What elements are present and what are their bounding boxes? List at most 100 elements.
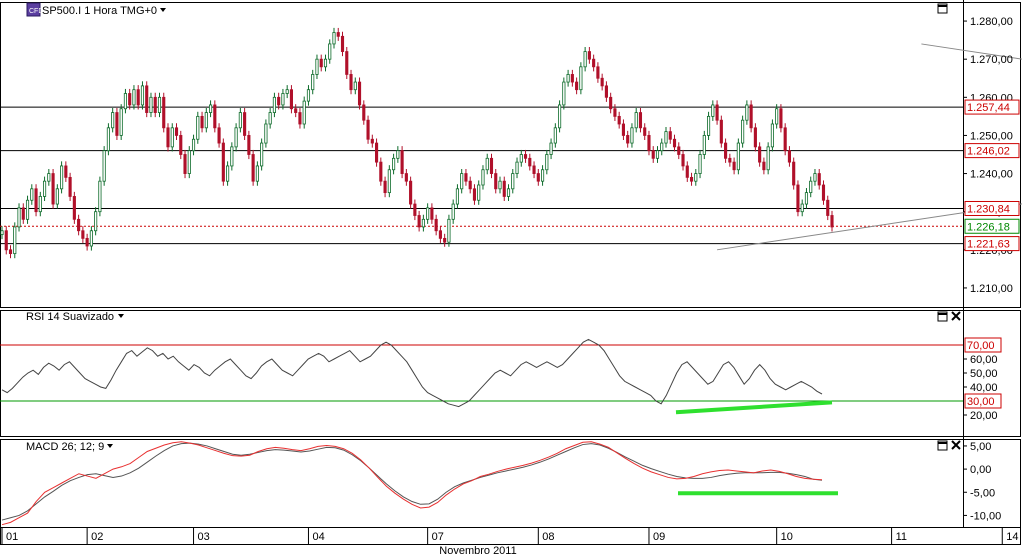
candle-body: [468, 180, 472, 190]
candle-body: [617, 115, 621, 125]
candle-body: [72, 196, 76, 220]
macd-title: MACD 26; 12; 9: [26, 441, 104, 453]
macd-panel: 5,00 0,00 -5,00 -10,00: [1, 441, 1001, 526]
candle-body: [336, 32, 340, 37]
price-level-label: 1.221,63: [967, 239, 1010, 251]
candle-body: [357, 81, 362, 106]
candle-body: [600, 77, 604, 87]
candle-body: [332, 32, 336, 45]
candle-body: [400, 150, 404, 174]
candle-body: [366, 119, 370, 140]
candle-body: [132, 89, 136, 106]
candle-body: [285, 89, 289, 94]
candle-body: [579, 66, 583, 91]
chevron-down-icon[interactable]: [107, 444, 113, 448]
candle-body: [430, 207, 434, 220]
candle-body: [413, 203, 417, 216]
candle-body: [540, 169, 545, 182]
candle-body: [523, 154, 528, 159]
candle-body: [396, 150, 400, 159]
time-axis: 01020304070809101114151617: [1, 527, 1019, 544]
candle-body: [464, 173, 468, 182]
candle-body: [660, 142, 664, 152]
candle-body: [711, 104, 715, 117]
candle-body: [630, 127, 634, 144]
candle-body: [264, 123, 268, 144]
candle-body: [498, 180, 502, 190]
macd-series-macd: [1, 442, 823, 521]
chevron-down-icon[interactable]: [118, 314, 124, 318]
candle-body: [472, 188, 477, 201]
candle-body: [481, 169, 485, 186]
candle-body: [698, 154, 702, 174]
candle-body: [515, 161, 519, 174]
candle-body: [434, 218, 438, 232]
candle-body: [489, 157, 494, 174]
candle-body: [732, 161, 736, 171]
close-icon[interactable]: [951, 311, 961, 321]
candle-body: [553, 127, 557, 144]
candle-body: [421, 218, 425, 228]
rsi-header[interactable]: RSI 14 Suavizado: [26, 311, 124, 323]
candle-body: [762, 161, 766, 171]
time-tick-label: 03: [198, 531, 210, 543]
rsi-panel: 70,00 30,00 20,00 40,00 50,00 60,00: [0, 337, 1002, 422]
candle-body: [770, 123, 774, 148]
candle-body: [817, 173, 821, 186]
time-tick-label: 08: [542, 531, 554, 543]
candle-body: [187, 150, 191, 174]
candle-body: [562, 81, 566, 106]
candle-body: [779, 108, 783, 129]
candle-body: [196, 115, 200, 140]
candle-body: [672, 138, 677, 148]
rsi-tick-label: 50,00: [970, 368, 998, 380]
candle-body: [668, 131, 672, 140]
candle-body: [42, 180, 47, 197]
instrument-header[interactable]: CFD SP500.I 1 Hora TMG+0: [26, 2, 166, 17]
price-candles[interactable]: [0, 27, 834, 259]
candle-body: [353, 81, 357, 91]
macd-tick-label: -10,00: [970, 510, 1001, 522]
candle-body: [566, 74, 570, 83]
rsi-tick-label: 60,00: [970, 354, 998, 366]
candle-body: [260, 142, 264, 167]
candle-body: [528, 157, 532, 167]
candle-body: [243, 112, 247, 136]
candle-body: [204, 112, 208, 129]
candle-body: [191, 138, 196, 152]
macd-header[interactable]: MACD 26; 12; 9: [26, 441, 113, 453]
rsi-tick-label: 20,00: [970, 410, 998, 422]
chevron-down-icon[interactable]: [160, 8, 166, 12]
candle-body: [685, 165, 689, 178]
candle-body: [694, 173, 698, 182]
candle-body: [328, 43, 332, 60]
candle-body: [383, 180, 387, 194]
candle-body: [511, 173, 515, 190]
candle-body: [55, 188, 59, 205]
rsi-level-label: 70,00: [967, 340, 995, 352]
candle-body: [217, 127, 221, 144]
price-level-label: 1.257,44: [967, 102, 1010, 114]
candle-body: [681, 154, 685, 167]
candle-body: [302, 100, 306, 125]
candle-body: [545, 154, 549, 171]
candle-body: [596, 66, 600, 79]
candle-body: [387, 169, 391, 194]
candle-body: [758, 146, 762, 163]
candle-body: [451, 203, 455, 220]
candle-body: [362, 104, 366, 121]
close-icon[interactable]: [951, 440, 961, 450]
instrument-title: SP500.I 1 Hora TMG+0: [42, 5, 157, 17]
candle-body: [85, 237, 89, 247]
candle-body: [179, 135, 183, 155]
candle-body: [289, 89, 294, 110]
candle-body: [234, 127, 238, 148]
candle-body: [689, 176, 694, 182]
candle-body: [647, 135, 651, 152]
candle-body: [170, 127, 174, 148]
time-tick-label: 01: [6, 531, 18, 543]
candle-body: [145, 85, 149, 113]
candle-body: [128, 93, 132, 106]
candle-body: [826, 199, 830, 216]
candle-body: [106, 127, 110, 152]
